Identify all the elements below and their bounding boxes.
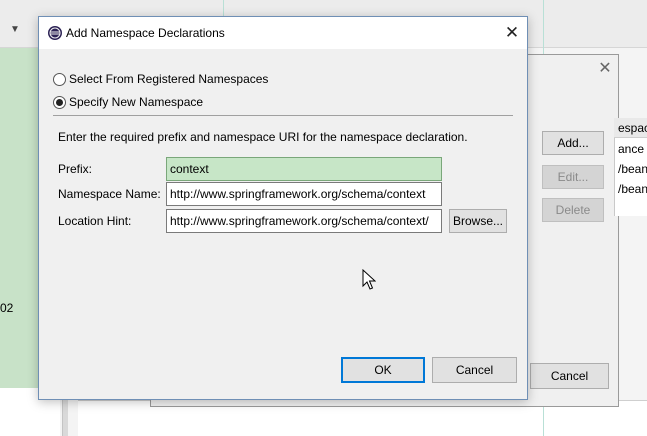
ide-side-text: 02 (0, 301, 14, 315)
prefix-label: Prefix: (58, 162, 93, 176)
ide-side-panel (0, 48, 42, 388)
namespace-name-input[interactable]: http://www.springframework.org/schema/co… (166, 182, 442, 206)
namespace-name-label: Namespace Name: (58, 187, 161, 201)
radio-checked-icon[interactable] (53, 95, 66, 109)
edit-button[interactable]: Edit... (542, 165, 604, 189)
table-row[interactable]: /bean (618, 179, 647, 199)
close-icon[interactable]: ✕ (596, 60, 614, 78)
cancel-button[interactable]: Cancel (432, 357, 517, 383)
add-button[interactable]: Add... (542, 131, 604, 155)
table-row[interactable]: ance (618, 139, 647, 159)
location-hint-input[interactable]: http://www.springframework.org/schema/co… (166, 209, 442, 233)
separator (53, 115, 513, 116)
instructions-text: Enter the required prefix and namespace … (58, 130, 468, 144)
radio-registered-namespaces[interactable]: Select From Registered Namespaces (53, 70, 268, 88)
dialog-title: Add Namespace Declarations (66, 26, 225, 40)
ide-guide-line (223, 0, 224, 16)
delete-button[interactable]: Delete (542, 198, 604, 222)
mouse-cursor-icon (362, 269, 376, 290)
add-namespace-dialog: Add Namespace Declarations ✕ Select From… (38, 16, 528, 400)
table-header: espac (614, 118, 647, 138)
dropdown-arrow-icon[interactable]: ▼ (10, 24, 20, 35)
eclipse-icon (48, 26, 62, 40)
close-icon[interactable]: ✕ (501, 23, 523, 43)
radio-unchecked-icon[interactable] (53, 72, 66, 86)
radio-new-namespace[interactable]: Specify New Namespace (53, 93, 203, 111)
prefix-input[interactable]: context (166, 157, 442, 181)
browse-button[interactable]: Browse... (449, 209, 507, 233)
table-row[interactable]: /bean (618, 159, 647, 179)
parent-cancel-button[interactable]: Cancel (530, 363, 609, 389)
location-hint-label: Location Hint: (58, 214, 132, 228)
radio-label: Select From Registered Namespaces (69, 72, 269, 86)
ok-button[interactable]: OK (341, 357, 425, 383)
radio-label: Specify New Namespace (69, 95, 204, 109)
dialog-titlebar[interactable]: Add Namespace Declarations ✕ (39, 17, 527, 49)
